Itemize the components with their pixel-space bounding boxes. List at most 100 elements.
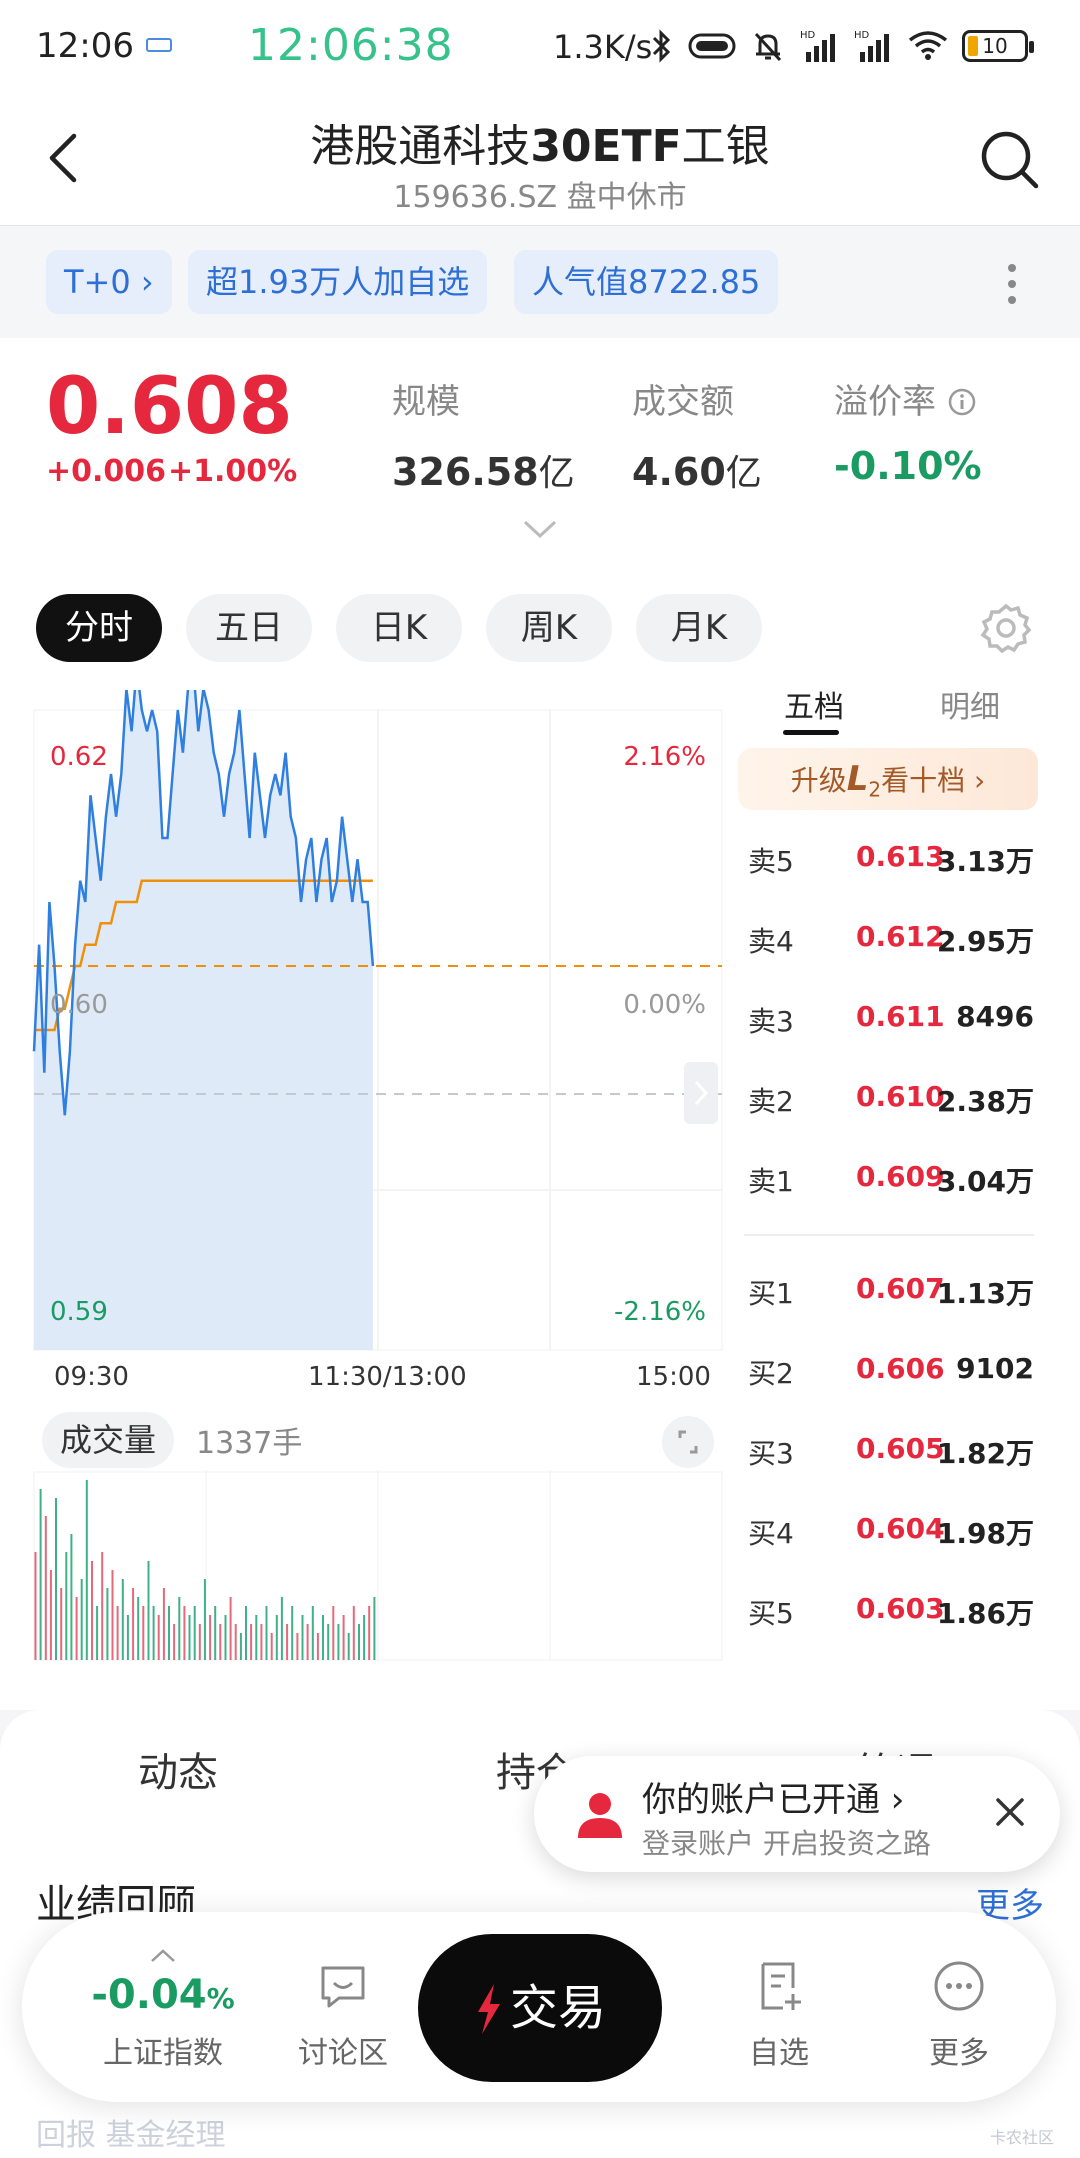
ask-qty: 2.95万: [936, 925, 1034, 958]
time-end: 15:00: [636, 1362, 711, 1392]
bid-label: 买1: [748, 1277, 794, 1310]
t0-tag[interactable]: T+0 ›: [46, 250, 172, 314]
volume-bar: [311, 1606, 314, 1660]
title-suffix: 工银: [681, 121, 770, 172]
bid-label: 买4: [748, 1517, 794, 1550]
ask-row-1[interactable]: 卖1 0.609 3.04万: [738, 1152, 1038, 1202]
index-change: -0.04%: [78, 1972, 248, 2018]
gear-icon[interactable]: [978, 600, 1034, 656]
status-clock: 12:06:38: [248, 20, 454, 71]
chevron-down-icon[interactable]: [522, 518, 558, 540]
watchers-tag[interactable]: 超1.93万人加自选: [188, 250, 488, 314]
volume-value: 1337手: [196, 1426, 303, 1461]
l2-sub: 2: [868, 777, 882, 802]
ask-label: 卖5: [748, 845, 794, 878]
volume-bar: [183, 1606, 186, 1660]
l2-logo: L: [846, 759, 869, 799]
popularity-tag[interactable]: 人气值8722.85: [514, 250, 779, 314]
volume-bar: [49, 1570, 52, 1660]
ask-qty: 3.13万: [936, 845, 1034, 878]
scale-number: 326.58: [392, 450, 539, 494]
upgrade-l2-button[interactable]: 升级L2看十档 ›: [738, 748, 1038, 810]
volume-bar: [85, 1480, 88, 1660]
volume-bar: [270, 1633, 273, 1660]
page-subtitle: 159636.SZ 盘中休市: [393, 180, 687, 215]
bid-label: 买3: [748, 1437, 794, 1470]
volume-bar: [214, 1606, 217, 1660]
close-icon[interactable]: [990, 1792, 1030, 1832]
tab-five-day[interactable]: 五日: [186, 594, 312, 662]
volume-bar: [301, 1615, 304, 1660]
tab-news[interactable]: 动态: [138, 1740, 218, 1798]
toggle-icon: [688, 33, 736, 59]
bid-qty: 1.13万: [936, 1277, 1034, 1310]
ask-price: 0.612: [856, 920, 945, 953]
ask-price: 0.609: [856, 1160, 945, 1193]
volume-bar: [173, 1624, 176, 1660]
index-label: 上证指数: [103, 2036, 223, 2071]
volume-bar: [368, 1606, 371, 1660]
nav-watchlist[interactable]: 自选: [694, 1912, 864, 2102]
price-change: +0.006: [46, 454, 167, 489]
nav-discussion[interactable]: 讨论区: [258, 1912, 428, 2102]
volume-bar: [219, 1624, 222, 1660]
ask-row-4[interactable]: 卖4 0.612 2.95万: [738, 912, 1038, 962]
volume-bar: [373, 1597, 376, 1660]
add-watchlist-icon: [761, 1962, 801, 2010]
status-icons: HD HD 10: [650, 26, 1034, 66]
volume-bar: [152, 1606, 155, 1660]
status-bar: 12:06 12:06:38 1.3K/s HD HD 10: [0, 0, 1080, 92]
tab-order-book[interactable]: 五档: [784, 682, 844, 726]
trade-button[interactable]: 交易: [418, 1934, 662, 2082]
bid-label: 买5: [748, 1597, 794, 1630]
info-icon[interactable]: [947, 387, 977, 417]
notification-icon: [146, 38, 172, 52]
ask-row-3[interactable]: 卖3 0.611 8496: [738, 992, 1038, 1042]
tab-weekly-k[interactable]: 周K: [486, 594, 612, 662]
volume-bar: [245, 1606, 247, 1660]
ask-row-5[interactable]: 卖5 0.613 3.13万: [738, 832, 1038, 882]
volume-bar: [260, 1624, 263, 1660]
status-time: 12:06: [36, 26, 134, 66]
scale-label: 规模: [392, 382, 460, 422]
more-options-icon[interactable]: [1000, 260, 1024, 308]
account-toast[interactable]: 你的账户已开通 › 登录账户 开启投资之路: [534, 1756, 1060, 1872]
bid-row-5[interactable]: 买5 0.603 1.86万: [738, 1584, 1038, 1634]
tab-intraday[interactable]: 分时: [36, 594, 162, 662]
intraday-chart[interactable]: 0.62 0.60 0.59 2.16% 0.00% -2.16%: [0, 690, 730, 1370]
turnover-number: 4.60: [632, 450, 726, 494]
toast-subtitle: 登录账户 开启投资之路: [642, 1827, 931, 1860]
bid-row-4[interactable]: 买4 0.604 1.98万: [738, 1504, 1038, 1554]
search-icon[interactable]: [978, 128, 1040, 190]
order-book-divider: [744, 1234, 1034, 1236]
nav-more[interactable]: 更多: [874, 1912, 1044, 2102]
tab-monthly-k[interactable]: 月K: [636, 594, 762, 662]
nav-index[interactable]: -0.04% 上证指数: [78, 1912, 248, 2102]
volume-bar: [322, 1615, 324, 1660]
title-bold: 30ETF: [530, 121, 682, 172]
volume-bar: [106, 1588, 109, 1660]
expand-icon[interactable]: [662, 1416, 714, 1468]
volume-bar: [255, 1615, 258, 1660]
volume-pill[interactable]: 成交量: [42, 1412, 175, 1468]
index-change-unit: %: [206, 1982, 235, 2015]
premium-value: -0.10%: [834, 444, 982, 488]
tab-trade-detail[interactable]: 明细: [940, 682, 1000, 726]
volume-bar: [347, 1633, 350, 1660]
bottom-nav: -0.04% 上证指数 讨论区 交易 自选 更多: [22, 1912, 1056, 2102]
volume-chart[interactable]: [0, 1470, 730, 1670]
scale-value: 326.58亿: [392, 444, 575, 496]
volume-bar: [234, 1624, 237, 1660]
upgrade-text: 升级: [790, 764, 847, 797]
bid-row-3[interactable]: 买3 0.605 1.82万: [738, 1424, 1038, 1474]
volume-bar: [39, 1489, 42, 1660]
bid-row-1[interactable]: 买1 0.607 1.13万: [738, 1264, 1038, 1314]
scroll-handle[interactable]: [684, 1062, 718, 1124]
hidden-row-text: 回报 基金经理: [36, 2118, 226, 2153]
index-change-value: -0.04: [91, 1972, 207, 2018]
user-icon: [578, 1793, 622, 1838]
ask-row-2[interactable]: 卖2 0.610 2.38万: [738, 1072, 1038, 1122]
tab-daily-k[interactable]: 日K: [336, 594, 462, 662]
battery-level: 10: [982, 34, 1008, 58]
bid-row-2[interactable]: 买2 0.606 9102: [738, 1344, 1038, 1394]
